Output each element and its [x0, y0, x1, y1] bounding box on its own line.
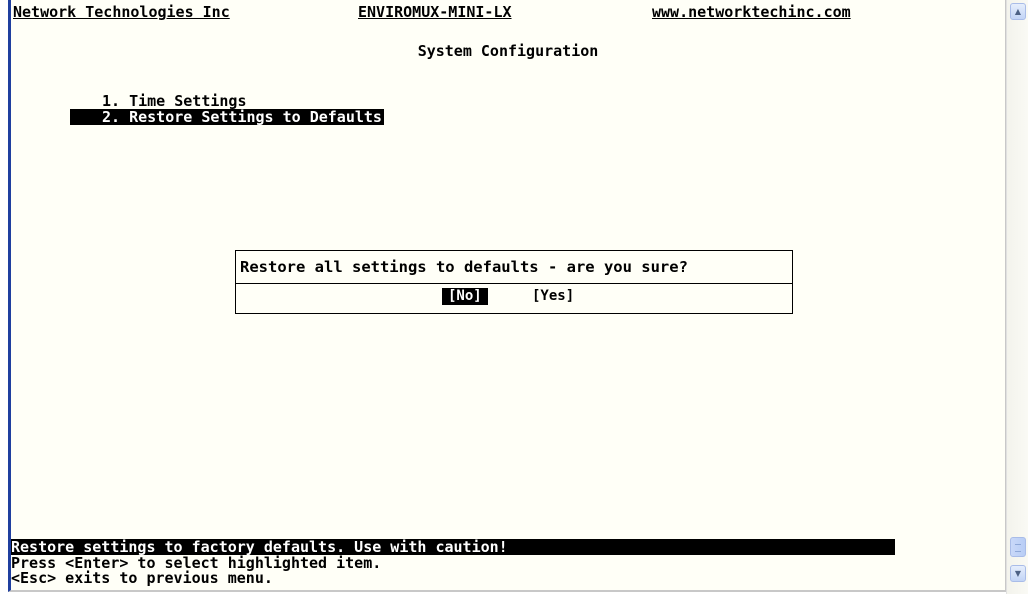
up-arrow-icon[interactable]: ▲	[1010, 3, 1026, 20]
help-esc: <Esc> exits to previous menu.	[11, 569, 273, 587]
menu-item-time-settings[interactable]: 1. Time Settings	[102, 93, 247, 109]
product-name: ENVIROMUX-MINI-LX	[358, 3, 512, 21]
dialog-message: Restore all settings to defaults - are y…	[240, 258, 688, 276]
dialog-divider	[236, 283, 792, 284]
status-bar: Restore settings to factory defaults. Us…	[11, 539, 895, 555]
no-button[interactable]: [No]	[442, 288, 488, 305]
down-arrow-icon[interactable]: ▼	[1010, 565, 1026, 582]
terminal-window: Network Technologies Inc ENVIROMUX-MINI-…	[8, 0, 1006, 592]
website-link: www.networktechinc.com	[652, 3, 851, 21]
vertical-scrollbar[interactable]: ▲ ▼	[1006, 0, 1028, 594]
company-name: Network Technologies Inc	[13, 3, 230, 21]
yes-button[interactable]: [Yes]	[532, 288, 574, 305]
confirm-dialog: Restore all settings to defaults - are y…	[235, 250, 793, 314]
menu-item-restore-defaults[interactable]: 2. Restore Settings to Defaults	[70, 109, 384, 125]
scrollbar-thumb[interactable]	[1010, 537, 1026, 557]
status-description: Restore settings to factory defaults. Us…	[11, 538, 508, 556]
page-title: System Configuration	[417, 42, 599, 60]
